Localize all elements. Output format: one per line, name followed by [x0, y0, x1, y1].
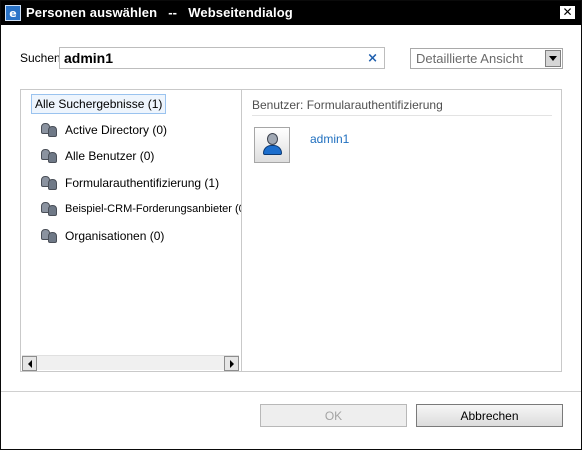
close-button[interactable]: ✕	[559, 5, 576, 20]
tree-item-all-users[interactable]: Alle Benutzer (0)	[41, 147, 154, 165]
footer-divider	[1, 391, 581, 392]
title-bar: e Personen auswählen -- Webseitendialog …	[1, 1, 581, 25]
chevron-down-icon	[549, 56, 557, 61]
search-input[interactable]: admin1 ×	[59, 47, 385, 69]
tree-item-active-directory[interactable]: Active Directory (0)	[41, 121, 167, 139]
results-list: Benutzer: Formularauthentifizierung admi…	[242, 90, 561, 371]
search-label: Suchen	[20, 51, 61, 65]
arrow-right-icon	[229, 359, 234, 368]
tree-item-organizations[interactable]: Organisationen (0)	[41, 227, 164, 245]
scroll-left-button[interactable]	[22, 356, 37, 371]
result-user-name[interactable]: admin1	[310, 132, 349, 146]
ie-icon: e	[5, 5, 21, 21]
clear-search-icon[interactable]: ×	[367, 51, 378, 66]
tree-item-forms-auth[interactable]: Formularauthentifizierung (1)	[41, 174, 219, 192]
tree-item-label: Beispiel-CRM-Forderungsanbieter (0)	[65, 203, 242, 215]
view-select[interactable]: Detaillierte Ansicht	[410, 48, 563, 69]
search-input-value: admin1	[64, 50, 114, 66]
results-header: Benutzer: Formularauthentifizierung	[252, 98, 552, 116]
view-select-value: Detaillierte Ansicht	[416, 51, 523, 66]
tree-item-crm-claims-provider[interactable]: Beispiel-CRM-Forderungsanbieter (0)	[41, 200, 242, 218]
tree-item-label: Organisationen (0)	[65, 229, 165, 243]
tree-item-label: Formularauthentifizierung (1)	[65, 176, 220, 190]
users-group-icon	[41, 175, 59, 191]
tree-item-label: Alle Benutzer (0)	[65, 149, 155, 163]
arrow-left-icon	[27, 359, 32, 368]
window-title: Personen auswählen -- Webseitendialog	[26, 5, 293, 20]
cancel-button[interactable]: Abbrechen	[416, 404, 563, 427]
users-group-icon	[41, 201, 59, 217]
ok-button[interactable]: OK	[260, 404, 407, 427]
horizontal-scrollbar[interactable]	[22, 355, 239, 371]
user-avatar-icon[interactable]	[254, 127, 290, 163]
scroll-right-button[interactable]	[224, 356, 239, 371]
users-group-icon	[41, 228, 59, 244]
users-group-icon	[41, 148, 59, 164]
provider-tree: Alle Suchergebnisse (1) Active Directory…	[21, 90, 242, 371]
tree-item-label: Active Directory (0)	[65, 123, 168, 137]
dialog-window: e Personen auswählen -- Webseitendialog …	[0, 0, 582, 450]
results-panel: Alle Suchergebnisse (1) Active Directory…	[20, 89, 562, 372]
tree-item-all-results[interactable]: Alle Suchergebnisse (1)	[31, 94, 167, 114]
view-select-dropdown-button[interactable]	[545, 50, 561, 67]
users-group-icon	[41, 122, 59, 138]
